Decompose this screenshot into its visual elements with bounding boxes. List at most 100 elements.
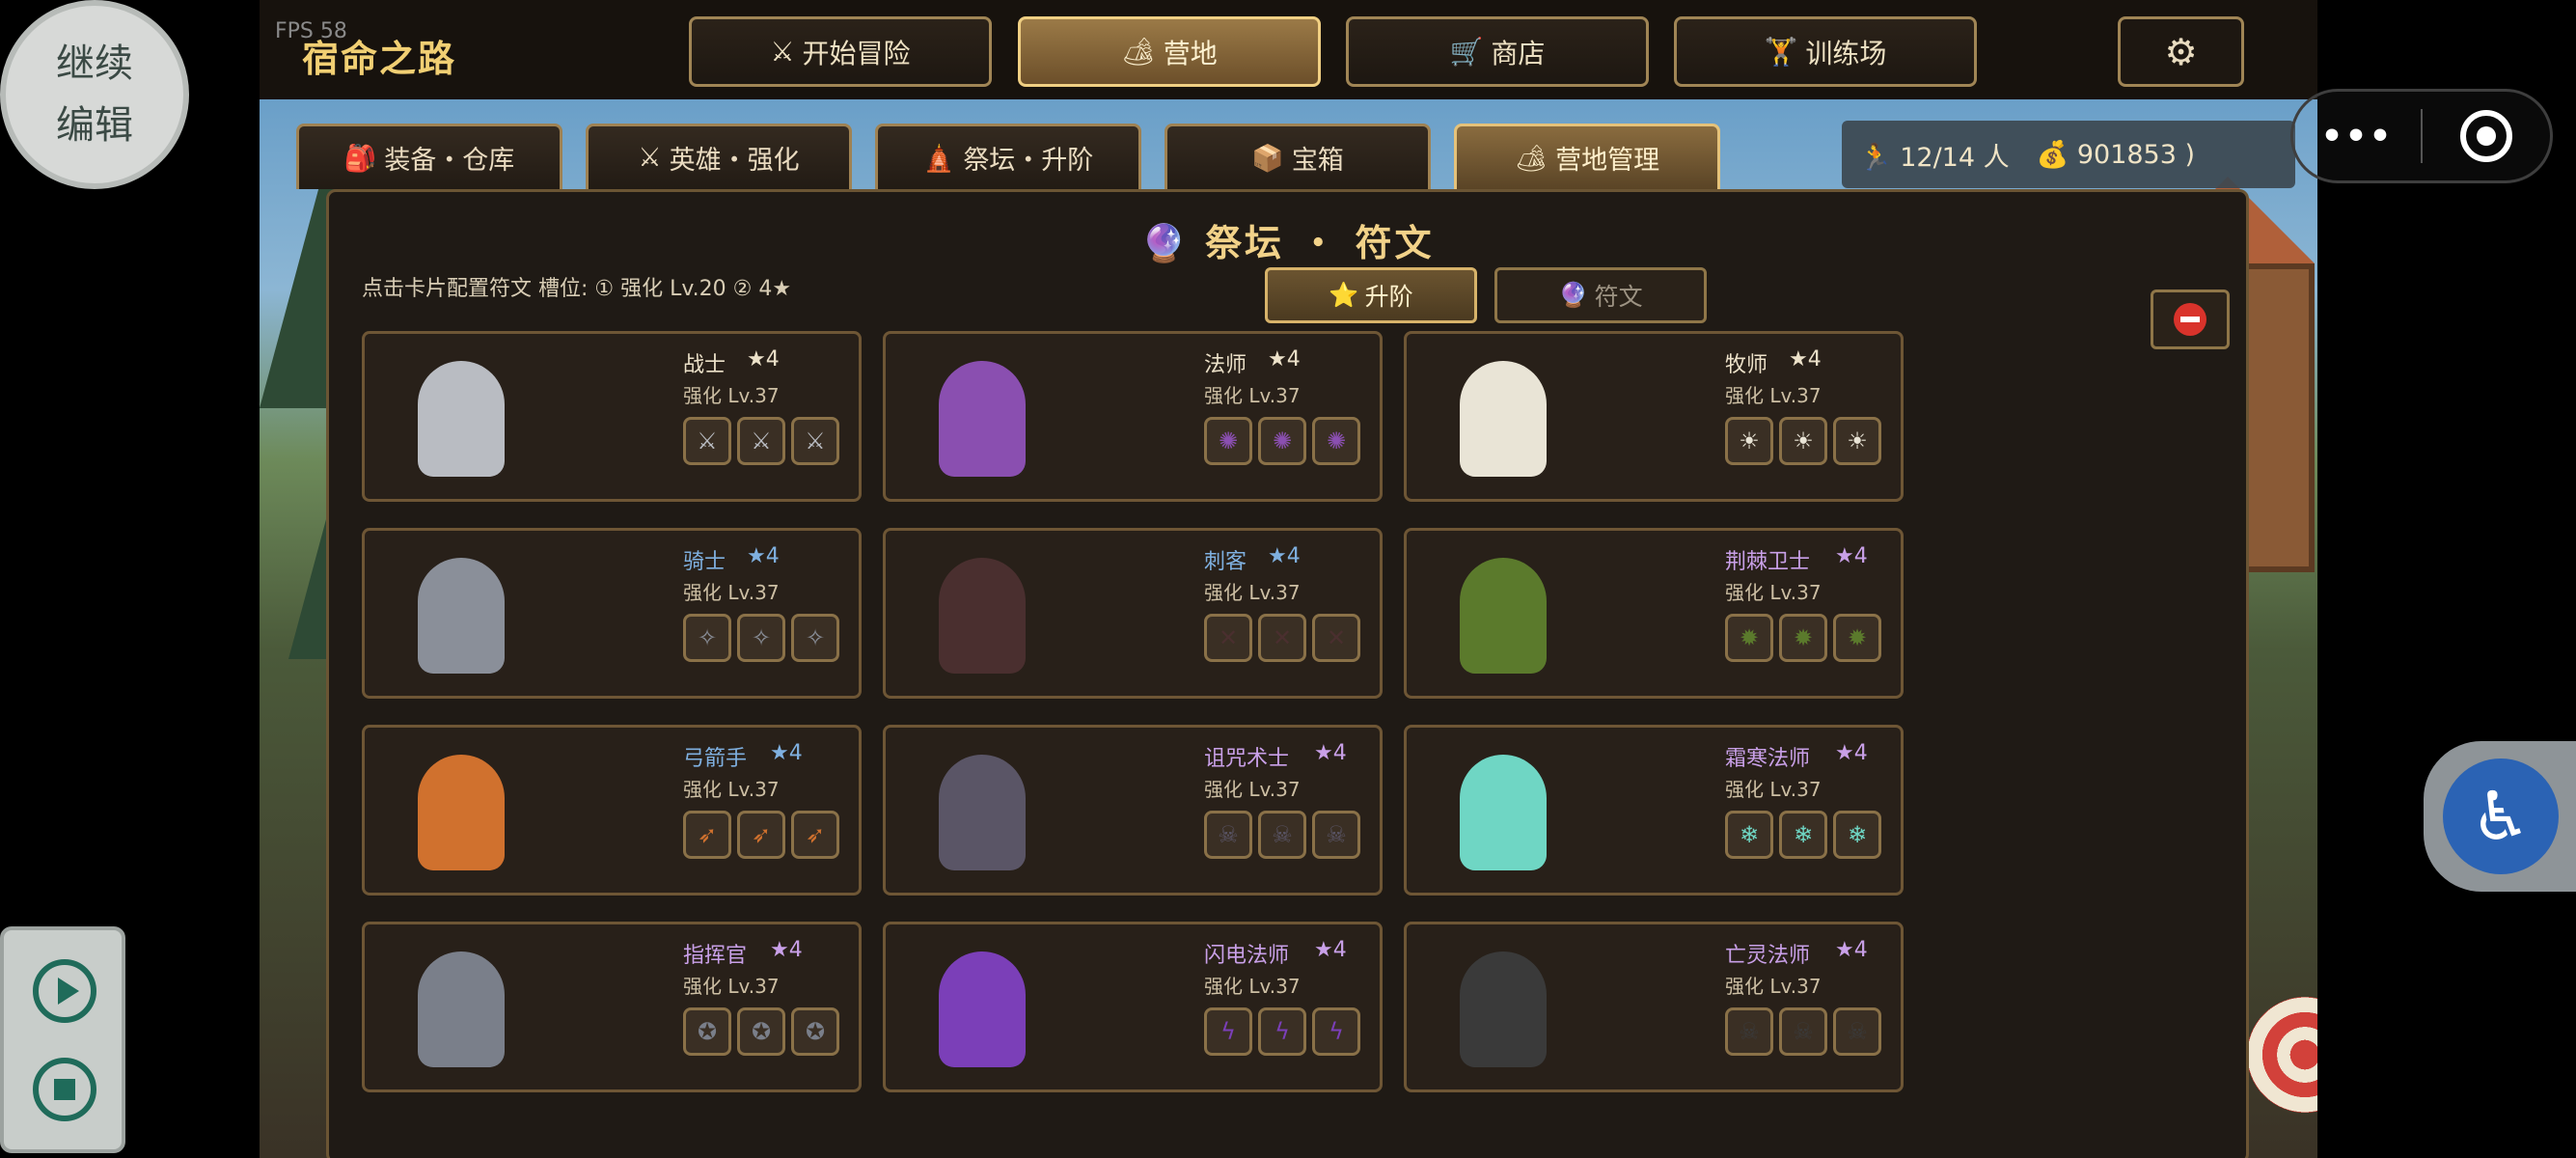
settings-button[interactable]: ⚙	[2118, 16, 2244, 87]
gold: 💰 901853 )	[2036, 140, 2196, 170]
rune-slot[interactable]: ➶	[737, 811, 785, 859]
hero-star: ★4	[770, 741, 803, 765]
hero-portrait	[1426, 344, 1580, 493]
hero-level: 强化 Lv.37	[683, 975, 780, 998]
hero-sprite	[1460, 360, 1547, 477]
tent-icon: 🏕	[1121, 36, 1156, 68]
tab-equipment[interactable]: 🎒 装备・仓库	[296, 124, 562, 189]
nav-shop-button[interactable]: 🛒 商店	[1346, 16, 1649, 87]
hero-card[interactable]: 牧师 ★4 强化 Lv.37 ☀ ☀ ☀	[1404, 331, 1904, 502]
nav-camp-button[interactable]: 🏕 营地	[1018, 16, 1321, 87]
hero-level: 强化 Lv.37	[1725, 778, 1822, 801]
altar-icon: 🛕	[922, 143, 956, 174]
rune-slot[interactable]: ✪	[737, 1007, 785, 1056]
hero-star: ★4	[1789, 347, 1822, 372]
rune-slot[interactable]: ☀	[1779, 417, 1827, 465]
rune-slot[interactable]: ☠	[1312, 811, 1360, 859]
miniprogram-capsule: •••	[2290, 89, 2553, 183]
rune-slot[interactable]: ➶	[791, 811, 839, 859]
hero-portrait	[905, 934, 1059, 1084]
rune-slot[interactable]: ➶	[683, 811, 731, 859]
rune-slot[interactable]: ✧	[737, 614, 785, 662]
hero-card[interactable]: 弓箭手 ★4 强化 Lv.37 ➶ ➶ ➶	[362, 725, 862, 896]
rune-slot[interactable]: ☀	[1725, 417, 1773, 465]
archery-target	[2247, 997, 2317, 1113]
rune-slot[interactable]: ✹	[1833, 614, 1881, 662]
hero-card[interactable]: 诅咒术士 ★4 强化 Lv.37 ☠ ☠ ☠	[883, 725, 1383, 896]
hero-level: 强化 Lv.37	[1204, 975, 1301, 998]
rune-slot[interactable]: ✪	[683, 1007, 731, 1056]
rune-slot[interactable]: ☀	[1833, 417, 1881, 465]
hero-card[interactable]: 刺客 ★4 强化 Lv.37 ✕ ✕ ✕	[883, 528, 1383, 699]
rune-slot[interactable]: ϟ	[1312, 1007, 1360, 1056]
rune-slot[interactable]: ⚔	[737, 417, 785, 465]
hero-card[interactable]: 骑士 ★4 强化 Lv.37 ✧ ✧ ✧	[362, 528, 862, 699]
rune-slot[interactable]: ✹	[1725, 614, 1773, 662]
hero-card[interactable]: 闪电法师 ★4 强化 Lv.37 ϟ ϟ ϟ	[883, 922, 1383, 1092]
rune-slot[interactable]: ✺	[1204, 417, 1252, 465]
money-bag-icon: 💰	[2036, 140, 2069, 170]
hero-sprite	[939, 360, 1026, 477]
hero-star: ★4	[1268, 544, 1301, 568]
close-button[interactable]	[2151, 290, 2230, 349]
hero-level: 强化 Lv.37	[1204, 778, 1301, 801]
rune-slot[interactable]: ✕	[1204, 614, 1252, 662]
rune-slot[interactable]: ☠	[1258, 811, 1306, 859]
accessibility-button[interactable]: ♿	[2424, 741, 2576, 892]
hero-star: ★4	[747, 544, 780, 568]
stop-icon[interactable]	[33, 1058, 96, 1121]
hero-portrait	[1426, 540, 1580, 690]
hero-sprite	[939, 754, 1026, 870]
hero-sprite	[939, 951, 1026, 1067]
altar-panel: 🔮 祭坛 ・ 符文 点击卡片配置符文 槽位: ① 强化 Lv.20 ② 4★ ⭐…	[326, 189, 2249, 1158]
rune-slot[interactable]: ❄	[1833, 811, 1881, 859]
hero-portrait	[384, 934, 538, 1084]
tab-heroes[interactable]: ⚔ 英雄・强化	[586, 124, 852, 189]
rune-slot[interactable]: ϟ	[1258, 1007, 1306, 1056]
hero-card[interactable]: 法师 ★4 强化 Lv.37 ✺ ✺ ✺	[883, 331, 1383, 502]
play-icon[interactable]	[33, 959, 96, 1023]
rune-slot[interactable]: ✪	[791, 1007, 839, 1056]
rune-slot[interactable]: ✺	[1258, 417, 1306, 465]
hero-card[interactable]: 指挥官 ★4 强化 Lv.37 ✪ ✪ ✪	[362, 922, 862, 1092]
population: 🏃 12/14 人	[1859, 142, 2010, 173]
hero-card[interactable]: 荆棘卫士 ★4 强化 Lv.37 ✹ ✹ ✹	[1404, 528, 1904, 699]
hero-name: 法师	[1204, 353, 1247, 377]
rune-slot[interactable]: ✧	[791, 614, 839, 662]
hero-portrait	[1426, 737, 1580, 887]
close-target-icon[interactable]	[2423, 110, 2550, 162]
hero-card[interactable]: 亡灵法师 ★4 强化 Lv.37 ☠ ☠ ☠	[1404, 922, 1904, 1092]
rune-slot[interactable]: ☠	[1725, 1007, 1773, 1056]
rune-slot[interactable]: ϟ	[1204, 1007, 1252, 1056]
tab-altar[interactable]: 🛕 祭坛・升阶	[875, 124, 1141, 189]
rune-slot[interactable]: ☠	[1833, 1007, 1881, 1056]
star-icon: ⭐	[1329, 281, 1359, 309]
continue-edit-button[interactable]: 继续 编辑	[0, 0, 189, 189]
rune-slot[interactable]: ✧	[683, 614, 731, 662]
hero-name: 弓箭手	[683, 747, 748, 771]
rune-slot[interactable]: ❄	[1779, 811, 1827, 859]
hero-sprite	[1460, 557, 1547, 674]
nav-training-button[interactable]: 🏋 训练场	[1674, 16, 1977, 87]
hero-card[interactable]: 霜寒法师 ★4 强化 Lv.37 ❄ ❄ ❄	[1404, 725, 1904, 896]
hero-name: 战士	[683, 353, 726, 377]
hero-level: 强化 Lv.37	[1204, 581, 1301, 604]
rune-slot[interactable]: ✹	[1779, 614, 1827, 662]
hero-card[interactable]: 战士 ★4 强化 Lv.37 ⚔ ⚔ ⚔	[362, 331, 862, 502]
rune-slot[interactable]: ☠	[1779, 1007, 1827, 1056]
hero-level: 强化 Lv.37	[1204, 384, 1301, 407]
subtab-ascend[interactable]: ⭐ 升阶	[1265, 267, 1477, 323]
subtab-runes[interactable]: 🔮 符文	[1494, 267, 1707, 323]
rune-slot[interactable]: ⚔	[683, 417, 731, 465]
rune-slot[interactable]: ✕	[1258, 614, 1306, 662]
rune-slot[interactable]: ❄	[1725, 811, 1773, 859]
rune-slot[interactable]: ⚔	[791, 417, 839, 465]
more-icon[interactable]: •••	[2293, 117, 2421, 156]
tab-chest[interactable]: 📦 宝箱	[1165, 124, 1431, 189]
rune-slot[interactable]: ✕	[1312, 614, 1360, 662]
tab-camp-management[interactable]: 🏕 营地管理	[1454, 124, 1720, 189]
rune-slot[interactable]: ✺	[1312, 417, 1360, 465]
hero-sprite	[418, 360, 505, 477]
rune-slot[interactable]: ☠	[1204, 811, 1252, 859]
nav-adventure-button[interactable]: ⚔ 开始冒险	[689, 16, 992, 87]
